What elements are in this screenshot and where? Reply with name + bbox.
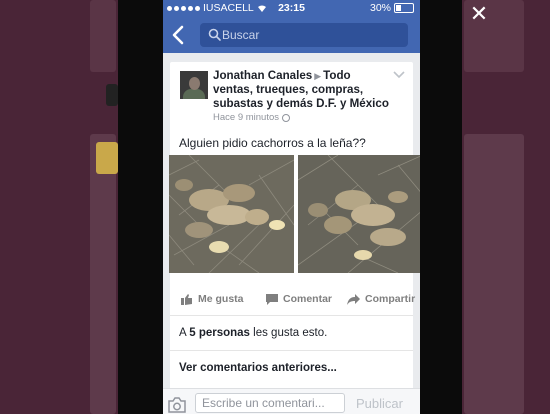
post-timestamp: Hace 9 minutos (213, 112, 291, 123)
battery: 30% (370, 2, 414, 14)
post-photo[interactable] (298, 155, 420, 273)
status-bar: IUSACELL 23:15 30% (163, 0, 420, 17)
battery-fill (396, 5, 401, 11)
battery-icon (394, 3, 414, 13)
arrow-right-icon: ▶ (314, 71, 322, 81)
like-button[interactable]: Me gusta (181, 293, 244, 305)
like-label: Me gusta (198, 293, 244, 305)
background-thumbnail (106, 84, 118, 106)
background-card (90, 134, 116, 414)
publish-button[interactable]: Publicar (356, 396, 403, 411)
post-text: Alguien pidio cachorros a la leña?? (179, 136, 366, 150)
post-photo[interactable] (169, 155, 294, 273)
camera-icon[interactable] (167, 397, 187, 413)
previous-comments-link[interactable]: Ver comentarios anteriores... (179, 362, 337, 374)
chevron-down-icon[interactable] (393, 71, 405, 79)
search-input[interactable] (222, 23, 402, 47)
post-author[interactable]: Jonathan Canales (213, 69, 312, 82)
comment-icon (266, 293, 278, 305)
search-icon (208, 28, 221, 41)
likes-count: 5 personas (189, 327, 250, 339)
phone-screen: IUSACELL 23:15 30% Jonathan Canales▶Todo… (163, 0, 420, 414)
share-icon (347, 293, 360, 305)
background-thumbnail (96, 142, 118, 174)
comment-button[interactable]: Comentar (266, 293, 332, 305)
share-button[interactable]: Compartir (347, 293, 415, 305)
search-box[interactable] (200, 23, 408, 47)
globe-icon (282, 113, 291, 122)
avatar-face (189, 77, 200, 90)
post-actions: Me gusta Comentar Compartir (170, 285, 415, 316)
background-card (90, 0, 116, 72)
avatar-shoulders (183, 89, 205, 99)
battery-percent: 30% (369, 2, 391, 14)
post-header: Jonathan Canales ▶ Todo ventas, trueques, … (213, 69, 393, 111)
thumbs-up-icon (181, 293, 192, 305)
likes-summary[interactable]: A 5 personas les gusta esto. (170, 316, 413, 351)
navigation-bar (163, 17, 420, 53)
avatar[interactable] (180, 71, 208, 99)
back-icon[interactable] (171, 24, 187, 46)
likes-suffix: les gusta esto. (249, 327, 328, 339)
comment-input[interactable] (195, 393, 345, 413)
time-ago[interactable]: Hace 9 minutos (213, 112, 279, 123)
likes-text: A 5 personas les gusta esto. (179, 327, 327, 339)
comment-label: Comentar (283, 293, 333, 305)
share-label: Compartir (365, 293, 416, 305)
post-card: Jonathan Canales ▶ Todo ventas, trueques, … (169, 62, 420, 414)
likes-prefix: A (179, 327, 190, 339)
close-icon[interactable]: ✕ (468, 4, 490, 26)
background-card (464, 134, 524, 414)
comment-composer: Publicar (163, 388, 420, 414)
